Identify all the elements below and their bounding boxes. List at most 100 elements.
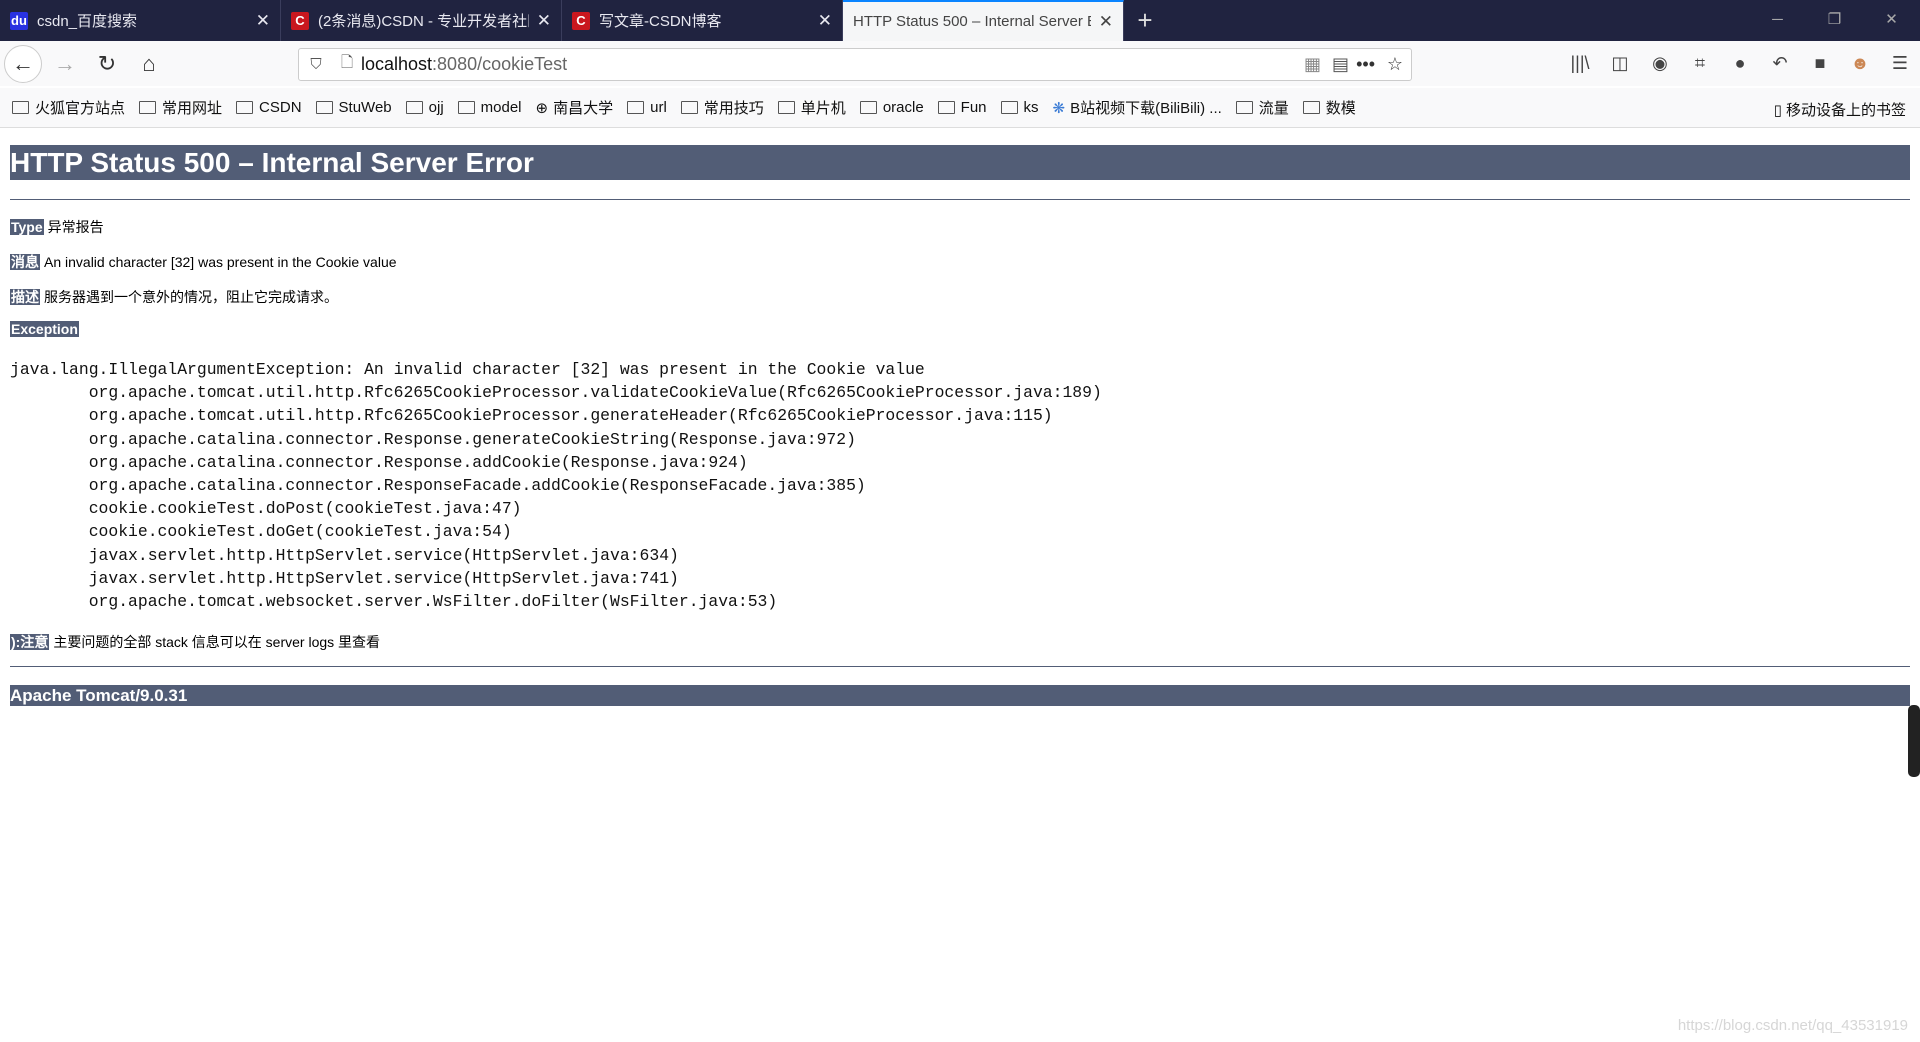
stack-line: org.apache.tomcat.websocket.server.WsFil…	[10, 592, 778, 612]
folder-icon	[1302, 101, 1320, 114]
divider	[10, 199, 1910, 200]
stack-line: org.apache.tomcat.util.http.Rfc6265Cooki…	[10, 406, 1053, 426]
tab-http-500[interactable]: HTTP Status 500 – Internal Server Error ✕	[843, 0, 1124, 41]
bookmark-item[interactable]: 单片机	[777, 97, 846, 118]
close-tab-icon[interactable]: ✕	[256, 11, 270, 31]
menu-icon[interactable]: ☰	[1880, 53, 1920, 74]
url-bar[interactable]: ⛉ 🗋 localhost:8080/cookieTest ▦ ▤ ••• ☆	[298, 48, 1412, 81]
folder-icon	[236, 101, 254, 114]
bookmark-item[interactable]: ⊕ 南昌大学	[536, 97, 614, 118]
bookmark-item[interactable]: ojj	[405, 99, 444, 116]
bookmark-label: ojj	[428, 99, 444, 116]
message-row: 消息 An invalid character [32] was present …	[10, 252, 397, 272]
description-value: 服务器遇到一个意外的情况，阻止它完成请求。	[44, 289, 338, 305]
csdn-logo-icon: C	[572, 11, 590, 30]
restore-button[interactable]: ❐	[1806, 0, 1863, 40]
extension-monkey-icon[interactable]: ☻	[1840, 53, 1880, 74]
extension-icon[interactable]: ■	[1800, 53, 1840, 74]
message-value: An invalid character [32] was present in…	[44, 254, 397, 270]
close-tab-icon[interactable]: ✕	[818, 11, 832, 31]
navigation-toolbar: ← → ↻ ⌂ ⛉ 🗋 localhost:8080/cookieTest ▦ …	[0, 41, 1920, 86]
reload-button[interactable]: ↻	[88, 45, 126, 83]
bookmark-item[interactable]: Fun	[937, 99, 987, 116]
bookmark-item[interactable]: 常用网址	[139, 97, 222, 118]
stack-line: org.apache.tomcat.util.http.Rfc6265Cooki…	[10, 383, 1102, 403]
account-icon[interactable]: ◉	[1640, 53, 1680, 74]
bookmark-item[interactable]: url	[627, 99, 667, 116]
tab-csdn[interactable]: C (2条消息)CSDN - 专业开发者社区 ✕	[281, 0, 562, 41]
mobile-bookmarks[interactable]: ▯ 移动设备上的书签	[1774, 99, 1906, 120]
stack-trace: java.lang.IllegalArgumentException: An i…	[10, 358, 1102, 613]
stack-line: org.apache.catalina.connector.ResponseFa…	[10, 476, 866, 496]
forward-button[interactable]: →	[46, 45, 84, 83]
bilibili-icon: ❋	[1052, 99, 1066, 117]
bookmark-item[interactable]: StuWeb	[315, 99, 392, 116]
type-row: Type 异常报告	[10, 217, 104, 237]
tab-title: (2条消息)CSDN - 专业开发者社区	[318, 13, 529, 30]
watermark: https://blog.csdn.net/qq_43531919	[1677, 1017, 1908, 1034]
folder-icon	[627, 101, 645, 114]
url-path[interactable]: :8080/cookieTest	[432, 54, 567, 75]
folder-icon	[777, 101, 795, 114]
url-host[interactable]: localhost	[361, 54, 432, 75]
bookmarks-toolbar: 火狐官方站点 常用网址 CSDN StuWeb ojj model ⊕ 南昌大学 url 常用技巧…	[0, 88, 1920, 128]
tab-title: 写文章-CSDN博客	[599, 13, 722, 30]
folder-icon	[405, 101, 423, 114]
globe-icon: ⊕	[535, 99, 549, 117]
library-icon[interactable]: |||\	[1560, 53, 1600, 74]
back-button[interactable]: ←	[4, 44, 42, 83]
mobile-bookmarks-label: 移动设备上的书签	[1785, 102, 1906, 119]
reader-view-icon[interactable]: ▤	[1332, 54, 1349, 75]
bookmark-label: 南昌大学	[553, 100, 614, 117]
bookmark-item[interactable]: CSDN	[236, 99, 302, 116]
sidebar-icon[interactable]: ◫	[1600, 53, 1640, 74]
close-tab-icon[interactable]: ✕	[537, 11, 551, 31]
server-footer: Apache Tomcat/9.0.31	[10, 685, 1910, 706]
minimize-button[interactable]: ─	[1749, 0, 1806, 40]
page-title: HTTP Status 500 – Internal Server Error	[10, 145, 1910, 180]
bookmark-item[interactable]: 数模	[1302, 97, 1356, 118]
bookmark-item[interactable]: 流量	[1235, 97, 1289, 118]
bookmark-label: oracle	[882, 99, 924, 116]
new-tab-button[interactable]: +	[1124, 0, 1166, 41]
bookmark-item[interactable]: 火狐官方站点	[12, 97, 125, 118]
folder-icon	[315, 101, 333, 114]
bookmark-item[interactable]: ❋ B站视频下载(BiliBili) ...	[1053, 97, 1222, 118]
stack-line: cookie.cookieTest.doGet(cookieTest.java:…	[10, 522, 512, 542]
chat-icon[interactable]: ●	[1720, 53, 1760, 74]
tab-baidu[interactable]: du csdn_百度搜索 ✕	[0, 0, 281, 41]
bookmark-label: 常用技巧	[703, 100, 764, 117]
message-label: 消息	[10, 254, 40, 270]
stack-line: org.apache.catalina.connector.Response.g…	[10, 429, 856, 449]
close-window-button[interactable]: ✕	[1863, 0, 1920, 40]
bookmark-label: 数模	[1325, 100, 1356, 117]
close-tab-icon[interactable]: ✕	[1099, 12, 1113, 32]
bookmark-item[interactable]: oracle	[859, 99, 924, 116]
tab-bar: du csdn_百度搜索 ✕ C (2条消息)CSDN - 专业开发者社区 ✕ C 写文章…	[0, 0, 1920, 41]
undo-icon[interactable]: ↶	[1760, 53, 1800, 74]
bookmark-label: StuWeb	[338, 99, 392, 116]
bookmark-label: 流量	[1258, 100, 1289, 117]
tab-csdn-write[interactable]: C 写文章-CSDN博客 ✕	[562, 0, 843, 41]
scrollbar[interactable]	[1908, 705, 1920, 777]
description-row: 描述 服务器遇到一个意外的情况，阻止它完成请求。	[10, 287, 338, 307]
page-icon[interactable]: 🗋	[333, 52, 361, 77]
shield-icon[interactable]: ⛉	[299, 56, 333, 73]
bookmark-label: B站视频下载(BiliBili) ...	[1070, 100, 1222, 117]
qr-code-icon[interactable]: ▦	[1304, 54, 1321, 75]
bookmark-item[interactable]: model	[457, 99, 522, 116]
bookmark-item[interactable]: 常用技巧	[680, 97, 764, 118]
baidu-paw-icon: du	[10, 11, 28, 30]
home-button[interactable]: ⌂	[130, 45, 168, 83]
type-label: Type	[10, 219, 44, 235]
stack-line: javax.servlet.http.HttpServlet.service(H…	[10, 545, 679, 565]
bookmark-label: Fun	[960, 99, 987, 116]
bookmark-star-icon[interactable]: ☆	[1387, 54, 1403, 75]
page-actions-icon[interactable]: •••	[1356, 54, 1375, 75]
tab-title: HTTP Status 500 – Internal Server Error	[853, 13, 1091, 30]
stack-line: org.apache.catalina.connector.Response.a…	[10, 452, 748, 472]
crop-icon[interactable]: ⌗	[1680, 53, 1720, 74]
note-row: ):注意 主要问题的全部 stack 信息可以在 server logs 里查看	[10, 632, 380, 652]
bookmark-item[interactable]: ks	[1000, 99, 1039, 116]
stack-line: javax.servlet.http.HttpServlet.service(H…	[10, 568, 679, 588]
